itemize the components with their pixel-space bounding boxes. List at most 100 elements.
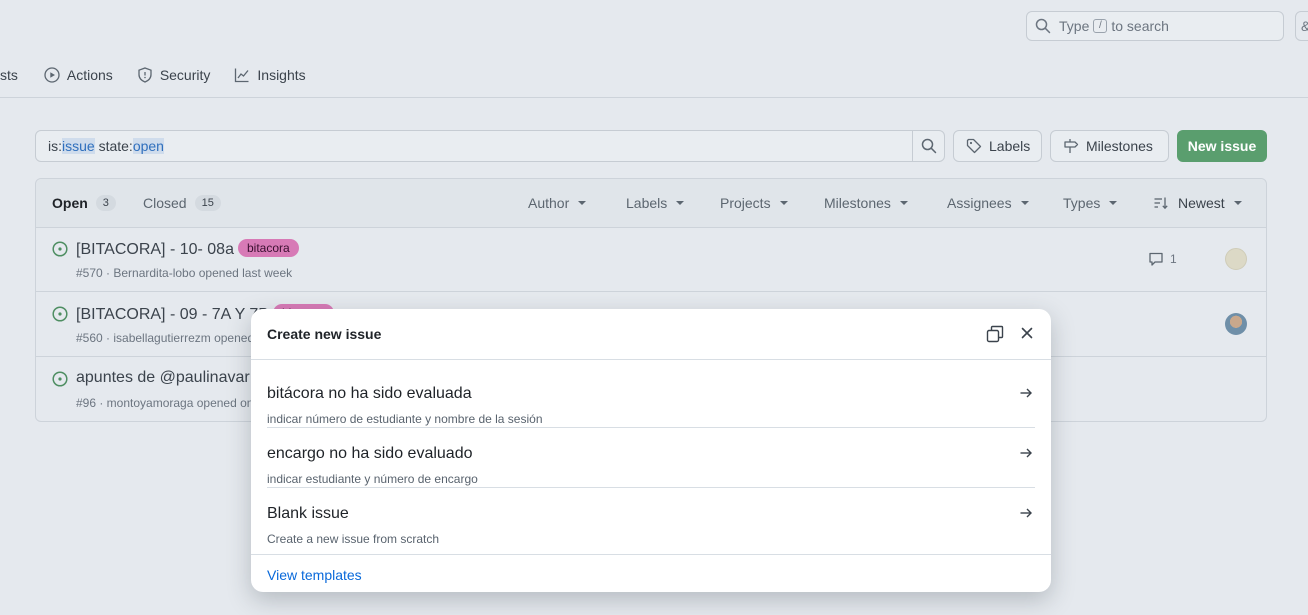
template-description: indicar número de estudiante y nombre de… [267, 412, 543, 426]
global-search-input[interactable]: Type / to search [1026, 11, 1284, 41]
graph-icon [234, 67, 250, 83]
copy-icon[interactable] [986, 325, 1004, 348]
search-icon [1035, 18, 1051, 34]
issue-title-text: [BITACORA] - 10- 08a [76, 241, 234, 258]
dialog-title: Create new issue [267, 326, 382, 342]
filter-key-is: is: [48, 138, 62, 154]
dialog-footer: View templates [251, 554, 1051, 593]
template-option[interactable]: encargo no ha sido evaluado indicar estu… [251, 428, 1051, 488]
template-option[interactable]: bitácora no ha sido evaluada indicar núm… [251, 368, 1051, 428]
label-badge[interactable]: bitacora [237, 239, 299, 257]
avatar[interactable] [1225, 313, 1247, 335]
issue-filter-input[interactable]: is:issue state:open [35, 130, 945, 162]
dialog-header: Create new issue [251, 309, 1051, 360]
chevron-down-icon [1233, 201, 1242, 205]
tab-closed-label: Closed [143, 195, 187, 211]
search-icon [921, 138, 937, 154]
milestones-filter-dropdown[interactable]: Milestones [824, 195, 908, 211]
issue-title-text: apuntes de @paulinavar [76, 369, 250, 386]
tab-closed[interactable]: Closed 15 [143, 195, 221, 211]
template-name: Blank issue [267, 505, 349, 522]
issue-meta: #96 · montoyamoraga opened on [76, 396, 254, 410]
labels-filter-label: Labels [626, 195, 668, 211]
filter-key-state: state: [94, 138, 133, 154]
nav-label-security: Security [159, 67, 211, 83]
tab-open[interactable]: Open 3 [52, 195, 116, 211]
avatar[interactable] [1225, 248, 1247, 270]
nav-item-security[interactable]: Security [137, 67, 211, 83]
filter-value-open: open [132, 138, 164, 154]
types-filter-dropdown[interactable]: Types [1063, 195, 1118, 211]
chevron-down-icon [779, 201, 788, 205]
filter-query: is:issue state:open [36, 138, 912, 154]
issue-open-icon [52, 241, 68, 262]
milestone-icon [1063, 138, 1079, 154]
nav-item-insights[interactable]: Insights [234, 67, 306, 83]
labels-button-label: Labels [989, 138, 1031, 154]
search-placeholder-prefix: Type [1059, 18, 1090, 34]
chevron-down-icon [1020, 201, 1029, 205]
chevron-down-icon [578, 201, 587, 205]
template-name: encargo no ha sido evaluado [267, 445, 473, 462]
projects-filter-label: Projects [720, 195, 771, 211]
top-extra-label: & [1301, 18, 1308, 34]
close-icon[interactable] [1019, 325, 1035, 346]
template-description: indicar estudiante y número de encargo [267, 472, 478, 486]
repo-nav: sts Actions Security Insights [0, 60, 330, 90]
tag-icon [966, 138, 982, 154]
assignees-filter-label: Assignees [947, 195, 1012, 211]
search-shortcut-key: / [1093, 19, 1108, 33]
open-count-badge: 3 [95, 195, 116, 211]
filter-value-issue: issue [62, 138, 95, 154]
labels-filter-dropdown[interactable]: Labels [626, 195, 685, 211]
sort-dropdown[interactable]: Newest [1153, 195, 1242, 211]
arrow-right-icon [1019, 446, 1033, 465]
issue-list-header: Open 3 Closed 15 Author Labels Projects … [36, 179, 1266, 228]
milestones-filter-label: Milestones [824, 195, 891, 211]
nav-divider [0, 97, 1308, 98]
search-placeholder-suffix: to search [1111, 18, 1169, 34]
nav-label-actions: Actions [66, 67, 113, 83]
shield-icon [137, 67, 153, 83]
tab-open-label: Open [52, 195, 88, 211]
milestones-button-label: Milestones [1086, 138, 1153, 154]
arrow-right-icon [1019, 386, 1033, 405]
comments-link[interactable]: 1 [1148, 251, 1177, 267]
nav-item-pull-requests[interactable]: sts [0, 67, 18, 83]
closed-count-badge: 15 [194, 195, 221, 211]
labels-button[interactable]: Labels [953, 130, 1042, 162]
new-issue-button[interactable]: New issue [1177, 130, 1267, 162]
projects-filter-dropdown[interactable]: Projects [720, 195, 788, 211]
top-extra-button[interactable]: & [1295, 11, 1308, 41]
issue-meta: #560 · isabellagutierrezm opened [76, 331, 255, 345]
comment-count: 1 [1170, 252, 1177, 266]
types-filter-label: Types [1063, 195, 1101, 211]
assignees-filter-dropdown[interactable]: Assignees [947, 195, 1029, 211]
nav-item-actions[interactable]: Actions [44, 67, 113, 83]
issue-title-link[interactable]: apuntes de @paulinavar [76, 369, 250, 387]
issue-title-text: [BITACORA] - 09 - 7A Y 7B [76, 306, 269, 323]
chevron-down-icon [899, 201, 908, 205]
nav-label-insights: Insights [257, 67, 306, 83]
template-option[interactable]: Blank issue Create a new issue from scra… [251, 488, 1051, 548]
sort-label: Newest [1178, 195, 1225, 211]
issue-meta: #570 · Bernardita-lobo opened last week [76, 266, 293, 280]
author-filter-label: Author [528, 195, 570, 211]
chevron-down-icon [1109, 201, 1118, 205]
issue-title-link[interactable]: [BITACORA] - 10- 08a bitacora [76, 239, 299, 259]
author-filter-dropdown[interactable]: Author [528, 195, 587, 211]
issue-open-icon [52, 306, 68, 327]
arrow-right-icon [1019, 506, 1033, 525]
milestones-button[interactable]: Milestones [1050, 130, 1169, 162]
top-bar: Type / to search & [0, 0, 1308, 52]
template-description: Create a new issue from scratch [267, 532, 440, 546]
play-icon [44, 67, 60, 83]
create-issue-dialog: Create new issue bitácora no ha sido eva… [251, 309, 1051, 592]
chevron-down-icon [676, 201, 685, 205]
view-templates-link[interactable]: View templates [267, 567, 362, 583]
sort-icon [1153, 195, 1169, 211]
issue-row[interactable]: [BITACORA] - 10- 08a bitacora #570 · Bern… [36, 227, 1266, 292]
comment-icon [1148, 251, 1164, 267]
template-name: bitácora no ha sido evaluada [267, 385, 472, 402]
filter-search-button[interactable] [912, 131, 944, 161]
